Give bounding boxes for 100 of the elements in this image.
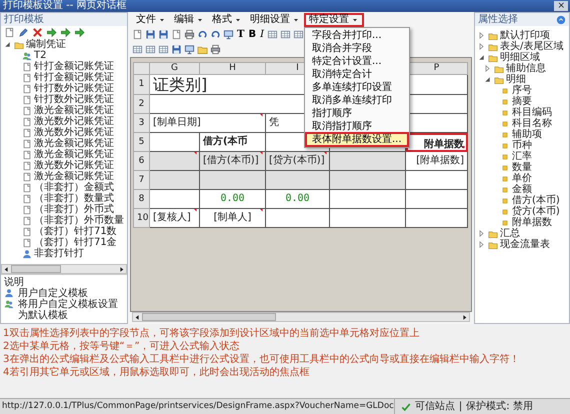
tree-item[interactable]: 序号: [512, 85, 532, 96]
tree-item[interactable]: 金额: [512, 184, 532, 195]
tree-item[interactable]: 针打金额记账凭证: [34, 72, 114, 83]
grid-cell[interactable]: 0.00: [200, 190, 266, 209]
grid-cell[interactable]: [266, 208, 330, 228]
tree-item[interactable]: （非套打）数量式: [34, 193, 114, 204]
tree-item[interactable]: （非套打）外币数量: [34, 215, 124, 226]
tree-item[interactable]: 激光金额记账凭证: [34, 105, 114, 116]
tree-item[interactable]: 明细: [506, 74, 526, 85]
menu-option[interactable]: 表体附单据数设置...: [306, 133, 408, 146]
tree-item[interactable]: 科目编码: [512, 107, 552, 118]
arrow-icon[interactable]: [74, 27, 85, 38]
curved-arrow-icon[interactable]: [197, 29, 208, 40]
horizontal-scrollbar[interactable]: [1, 264, 127, 274]
expander-icon[interactable]: [483, 64, 492, 73]
tree-item[interactable]: （非套打）外币式: [34, 204, 114, 215]
menu-option[interactable]: 取消合并字段: [306, 42, 408, 55]
scrollbar-thumb[interactable]: [11, 265, 61, 273]
tree-item[interactable]: 摘要: [512, 96, 532, 107]
grid-cell[interactable]: [复核人]: [150, 208, 200, 228]
menu-item[interactable]: 编辑: [170, 12, 208, 26]
grid-cell[interactable]: [制单人]: [200, 208, 266, 228]
tree-item[interactable]: （套打）针打71数: [34, 226, 117, 237]
tree-item[interactable]: 激光数外记账凭证: [34, 127, 114, 138]
menu-item[interactable]: 文件: [132, 12, 170, 26]
grid-cell[interactable]: [406, 208, 468, 228]
help-link[interactable]: 用户自定义模板: [18, 288, 88, 299]
tree-item[interactable]: 表头/表尾区域: [500, 41, 564, 52]
grid-cell[interactable]: [406, 190, 468, 209]
grid-cell[interactable]: [借方(本币)]: [200, 152, 266, 171]
tree-item[interactable]: 数量: [512, 162, 532, 173]
close-button[interactable]: ×: [554, 1, 568, 11]
expander-icon[interactable]: [477, 229, 486, 238]
table-icon[interactable]: [132, 44, 143, 55]
grid-cell[interactable]: [330, 190, 406, 209]
format-button[interactable]: B: [247, 28, 258, 40]
monitor-icon[interactable]: [223, 29, 234, 40]
page-icon[interactable]: [171, 29, 182, 40]
tree-item[interactable]: 激光金额记账凭证: [34, 149, 114, 160]
grid-cell[interactable]: [266, 170, 330, 190]
grid-cell[interactable]: [330, 152, 406, 171]
printer-icon[interactable]: [184, 29, 195, 40]
table-icon[interactable]: [267, 29, 278, 40]
tree-item[interactable]: （套打）针打71金: [34, 237, 117, 248]
tree-item[interactable]: 附单据数: [512, 217, 552, 228]
table-icon[interactable]: [145, 44, 156, 55]
tree-item[interactable]: 科目名称: [512, 118, 552, 129]
tree-item[interactable]: 辅助项: [512, 129, 542, 140]
table-icon[interactable]: [158, 44, 169, 55]
grid-cell[interactable]: [150, 152, 200, 171]
expander-icon[interactable]: [483, 75, 492, 84]
monitor-icon[interactable]: [184, 44, 195, 55]
arrow-icon[interactable]: [46, 27, 57, 38]
tree-item[interactable]: 借方(本币): [512, 195, 560, 206]
tree-item[interactable]: 针打数外记账凭证: [34, 83, 114, 94]
grid-cell[interactable]: [200, 170, 266, 190]
help-link[interactable]: 将用户自定义模板设置为默认模板: [18, 299, 124, 321]
tree-item[interactable]: 明细区域: [500, 52, 540, 63]
menu-option[interactable]: 取消多单连续打印: [306, 94, 408, 107]
grid-cell[interactable]: [330, 170, 406, 190]
tree-item[interactable]: 汇总: [500, 228, 520, 239]
grid-cell[interactable]: [150, 170, 200, 190]
circle-icon[interactable]: [556, 14, 566, 24]
arrow-icon[interactable]: [60, 27, 71, 38]
grid-cell[interactable]: [406, 170, 468, 190]
grid-cell[interactable]: 0.00: [266, 190, 330, 209]
tree-item[interactable]: 针打金额记账凭证: [34, 61, 114, 72]
format-button[interactable]: I: [259, 28, 266, 40]
expander-icon[interactable]: [3, 40, 12, 49]
tree-item[interactable]: 编制凭证: [26, 39, 66, 50]
printer-icon[interactable]: [210, 44, 221, 55]
curved-arrow-icon[interactable]: [210, 29, 221, 40]
tree-item[interactable]: 单价: [512, 173, 532, 184]
tree-item[interactable]: 针打数外记账凭证: [34, 94, 114, 105]
tree-item[interactable]: T2: [34, 50, 46, 61]
horizontal-scrollbar[interactable]: [132, 312, 470, 322]
tree-item[interactable]: 激光金额记账凭证: [34, 138, 114, 149]
grid-cell[interactable]: [制单日期]: [150, 114, 266, 133]
folder-icon[interactable]: [197, 44, 208, 55]
expander-icon[interactable]: [477, 240, 486, 249]
menu-option[interactable]: 多单连续打印设置: [306, 81, 408, 94]
expander-icon[interactable]: [477, 53, 486, 62]
grid-cell[interactable]: [附单据数]: [406, 152, 468, 171]
page-icon[interactable]: [132, 29, 143, 40]
menu-option[interactable]: 字段合并打印...: [306, 29, 408, 42]
tree-item[interactable]: 激光数外记账凭证: [34, 160, 114, 171]
tree-item[interactable]: 激光数外记账凭证: [34, 116, 114, 127]
format-button[interactable]: T: [236, 28, 246, 40]
tree-item[interactable]: 现金流量表: [500, 239, 550, 250]
grid-cell[interactable]: [贷方(本币)]: [266, 152, 330, 171]
tree-item[interactable]: 贷方(本币): [512, 206, 560, 217]
tree-item[interactable]: 默认打印项: [500, 30, 550, 41]
tree-item[interactable]: 币种: [512, 140, 532, 151]
table-icon[interactable]: [293, 29, 304, 40]
page-icon[interactable]: [4, 27, 15, 38]
tree-item[interactable]: 辅助信息: [506, 63, 546, 74]
scrollbar-thumb[interactable]: [142, 313, 276, 321]
menu-item[interactable]: 格式: [208, 12, 246, 26]
tree-item[interactable]: （非套打）金额式: [34, 182, 114, 193]
grid-cell[interactable]: [150, 190, 200, 209]
